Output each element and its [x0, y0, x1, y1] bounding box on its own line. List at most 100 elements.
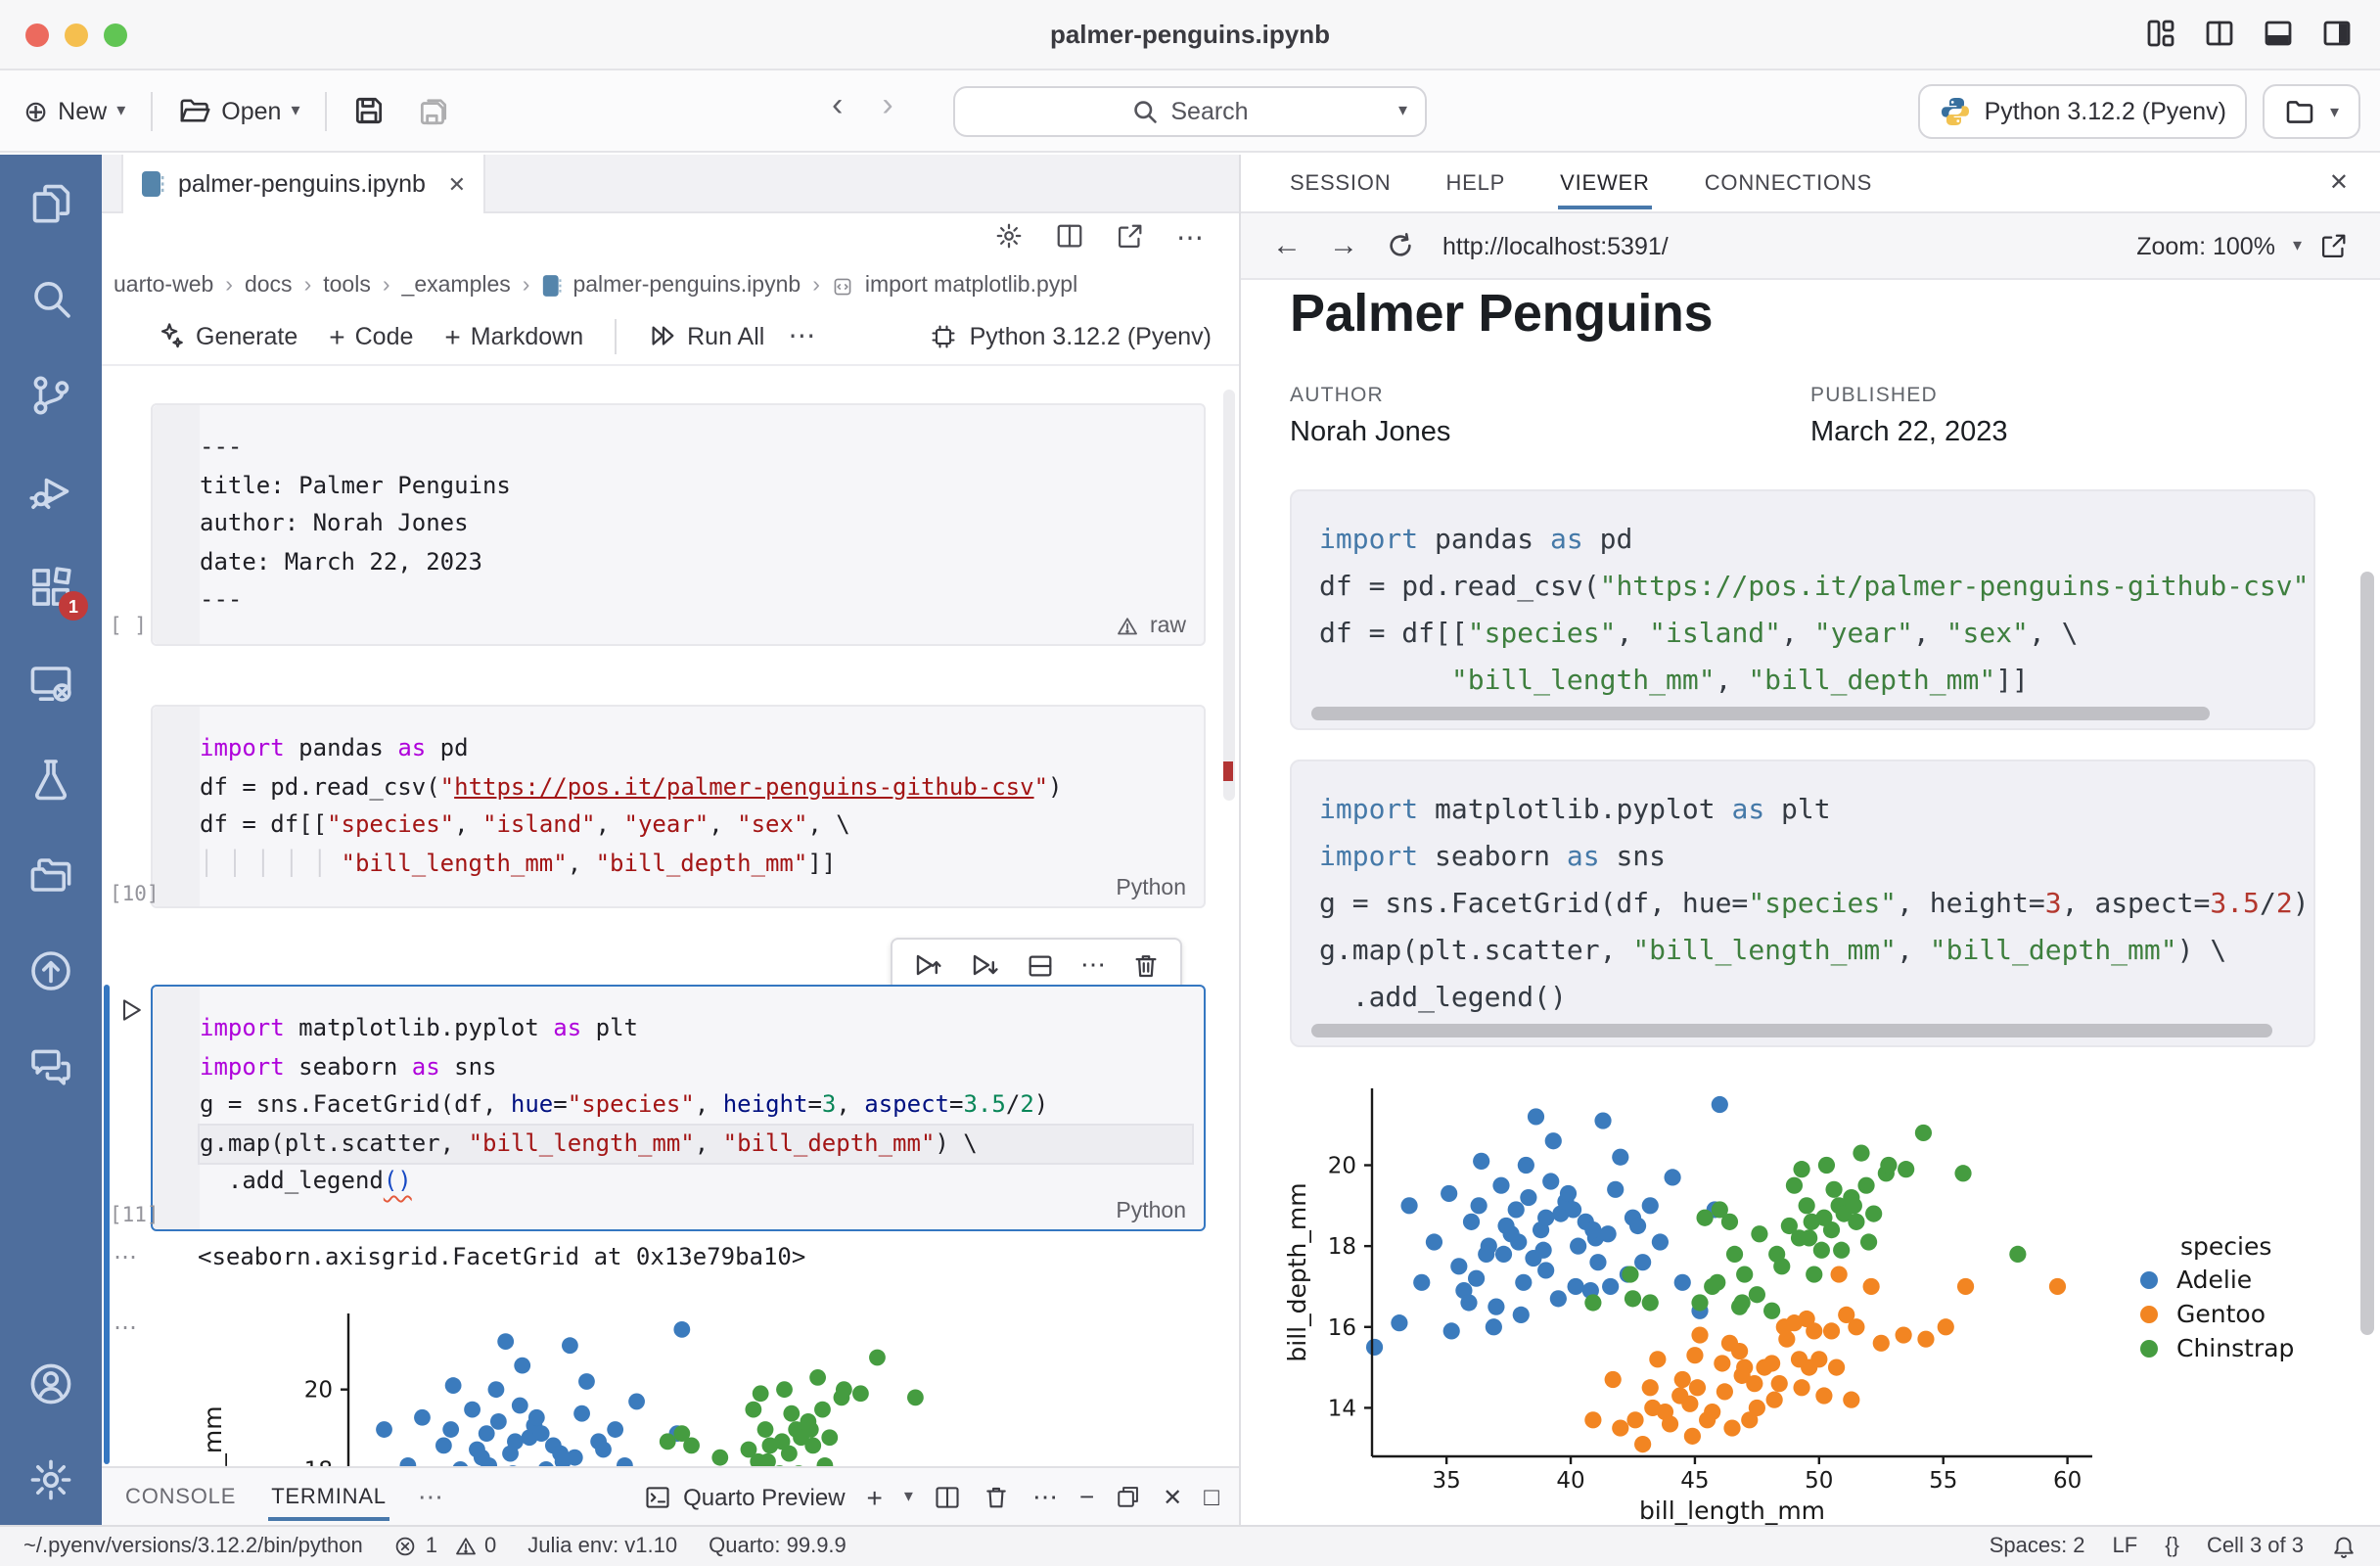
- tab-connections[interactable]: CONNECTIONS: [1703, 158, 1874, 208]
- add-code-cell-button[interactable]: + Code: [321, 314, 421, 357]
- cell-language-badge[interactable]: Python: [1116, 1200, 1186, 1223]
- extensions-icon[interactable]: 1: [25, 562, 76, 613]
- history-forward-button[interactable]: ›: [882, 86, 892, 125]
- save-all-button[interactable]: [406, 86, 463, 135]
- maximize-panel-icon[interactable]: □: [1204, 1482, 1219, 1511]
- editor-scrollbar[interactable]: [1223, 390, 1235, 801]
- run-debug-icon[interactable]: [25, 466, 76, 517]
- cell-code[interactable]: import pandas as pddf = pd.read_csv("htt…: [200, 707, 1204, 906]
- breadcrumb-item[interactable]: palmer-penguins.ipynb: [572, 274, 801, 298]
- source-control-icon[interactable]: [25, 370, 76, 421]
- workspace-folder-button[interactable]: ▾: [2264, 84, 2360, 139]
- breadcrumb-item[interactable]: uarto-web: [114, 274, 213, 298]
- reload-icon[interactable]: [1386, 231, 1415, 260]
- close-panel-icon[interactable]: ✕: [2329, 168, 2349, 196]
- close-panel-icon[interactable]: ✕: [1163, 1483, 1182, 1510]
- quarto-preview-terminal[interactable]: Quarto Preview: [644, 1483, 845, 1510]
- minimize-panel-icon[interactable]: −: [1079, 1482, 1094, 1511]
- tab-help[interactable]: HELP: [1443, 158, 1507, 208]
- cell-language-badge[interactable]: raw: [1117, 615, 1186, 638]
- generate-button[interactable]: Generate: [149, 315, 305, 356]
- delete-cell-icon[interactable]: [1131, 950, 1161, 980]
- notebook-settings-gear-icon[interactable]: [994, 221, 1024, 254]
- kill-terminal-icon[interactable]: [984, 1483, 1011, 1510]
- url-text[interactable]: http://localhost:5391/: [1442, 232, 1669, 259]
- split-editor-icon[interactable]: [2204, 18, 2235, 49]
- output-gutter-dots[interactable]: ⋯: [114, 1243, 139, 1270]
- notebook-cell-raw[interactable]: ---title: Palmer Penguinsauthor: Norah J…: [151, 403, 1206, 646]
- zoom-level-label[interactable]: Zoom: 100%: [2136, 232, 2275, 259]
- breadcrumb-item[interactable]: tools: [323, 274, 371, 298]
- new-button[interactable]: ⊕ New ▾: [12, 85, 137, 136]
- testing-icon[interactable]: [25, 754, 76, 805]
- toggle-secondary-sidebar-icon[interactable]: [2321, 18, 2353, 49]
- remote-explorer-icon[interactable]: [25, 658, 76, 709]
- horizontal-scrollbar[interactable]: [1311, 1024, 2271, 1037]
- restore-panel-icon[interactable]: [1116, 1484, 1141, 1509]
- cell-language-badge[interactable]: Python: [1116, 877, 1186, 900]
- run-cell-button[interactable]: [117, 996, 145, 1024]
- account-icon[interactable]: [25, 1359, 76, 1409]
- output-gutter-dots[interactable]: ⋯: [114, 1313, 139, 1341]
- save-button[interactable]: [342, 86, 398, 135]
- search-input[interactable]: Search ▾: [953, 86, 1427, 137]
- run-all-button[interactable]: Run All: [640, 315, 772, 356]
- more-actions-icon[interactable]: ⋯: [1176, 221, 1204, 254]
- problems-status[interactable]: 1 0: [394, 1535, 497, 1558]
- back-icon[interactable]: ←: [1272, 229, 1302, 262]
- split-cell-icon[interactable]: [1026, 950, 1055, 980]
- julia-env-status[interactable]: Julia env: v1.10: [527, 1535, 677, 1558]
- open-button[interactable]: Open ▾: [166, 86, 311, 135]
- settings-gear-icon[interactable]: [25, 1454, 76, 1505]
- forward-icon[interactable]: →: [1329, 229, 1358, 262]
- indentation-status[interactable]: Spaces: 2: [1990, 1535, 2085, 1558]
- history-back-button[interactable]: ‹: [832, 86, 843, 125]
- notebook-cell-pandas[interactable]: import pandas as pddf = pd.read_csv("htt…: [151, 705, 1206, 908]
- quarto-version-status[interactable]: Quarto: 99.9.9: [709, 1535, 847, 1558]
- notebook-cell-seaborn[interactable]: import matplotlib.pyplot as pltimport se…: [151, 985, 1206, 1231]
- more-actions-icon[interactable]: ⋯: [1080, 949, 1106, 981]
- viewer-scrollbar[interactable]: [2360, 572, 2374, 1335]
- more-tabs-icon[interactable]: ⋯: [418, 1481, 443, 1512]
- breadcrumb-item[interactable]: docs: [245, 274, 293, 298]
- execution-count: [ ]: [110, 615, 160, 638]
- open-in-browser-icon[interactable]: [2319, 231, 2349, 260]
- tab-terminal[interactable]: TERMINAL: [267, 1473, 390, 1520]
- terminal-dropdown-icon[interactable]: ▾: [904, 1486, 913, 1507]
- notebook-file-icon: [141, 170, 164, 198]
- breadcrumb-item[interactable]: _examples: [402, 274, 511, 298]
- comments-icon[interactable]: [25, 1041, 76, 1092]
- python-interpreter-status[interactable]: ~/.pyenv/versions/3.12.2/bin/python: [23, 1535, 363, 1558]
- new-terminal-icon[interactable]: +: [867, 1481, 883, 1512]
- split-terminal-icon[interactable]: [935, 1483, 962, 1510]
- tab-console[interactable]: CONSOLE: [121, 1473, 240, 1520]
- publish-icon[interactable]: [25, 945, 76, 996]
- tab-viewer[interactable]: VIEWER: [1558, 158, 1652, 208]
- explorer-icon[interactable]: [25, 178, 76, 229]
- eol-status[interactable]: LF: [2113, 1535, 2138, 1558]
- tab-palmer-penguins[interactable]: palmer-penguins.ipynb ✕: [121, 155, 485, 213]
- close-tab-icon[interactable]: ✕: [448, 171, 466, 197]
- cell-code[interactable]: ---title: Palmer Penguinsauthor: Norah J…: [200, 405, 1204, 643]
- run-cells-below-icon[interactable]: [969, 949, 1000, 981]
- horizontal-scrollbar[interactable]: [1311, 707, 2211, 720]
- cell-position-status[interactable]: Cell 3 of 3: [2207, 1535, 2304, 1558]
- run-cells-above-icon[interactable]: [912, 949, 943, 981]
- open-external-icon[interactable]: [1116, 221, 1145, 254]
- breadcrumb-item[interactable]: import matplotlib.pypl: [865, 274, 1077, 298]
- split-editor-icon[interactable]: [1055, 221, 1084, 254]
- cell-code[interactable]: import matplotlib.pyplot as pltimport se…: [200, 987, 1204, 1224]
- notifications-bell-icon[interactable]: [2331, 1534, 2357, 1559]
- language-mode-status[interactable]: {}: [2165, 1535, 2179, 1558]
- tab-session[interactable]: SESSION: [1288, 158, 1393, 208]
- add-markdown-cell-button[interactable]: + Markdown: [436, 314, 591, 357]
- more-actions-icon[interactable]: ⋯: [1032, 1481, 1058, 1512]
- main-toolbar: ⊕ New ▾ Open ▾ ‹ › Search: [0, 70, 2380, 153]
- kernel-selector[interactable]: Python 3.12.2 (Pyenv): [931, 322, 1212, 349]
- customize-layout-icon[interactable]: [2145, 18, 2176, 49]
- folders-icon[interactable]: [25, 850, 76, 900]
- more-actions-icon[interactable]: ⋯: [788, 319, 815, 352]
- search-icon[interactable]: [25, 274, 76, 325]
- toggle-panel-icon[interactable]: [2263, 18, 2294, 49]
- interpreter-selector[interactable]: Python 3.12.2 (Pyenv): [1918, 84, 2248, 139]
